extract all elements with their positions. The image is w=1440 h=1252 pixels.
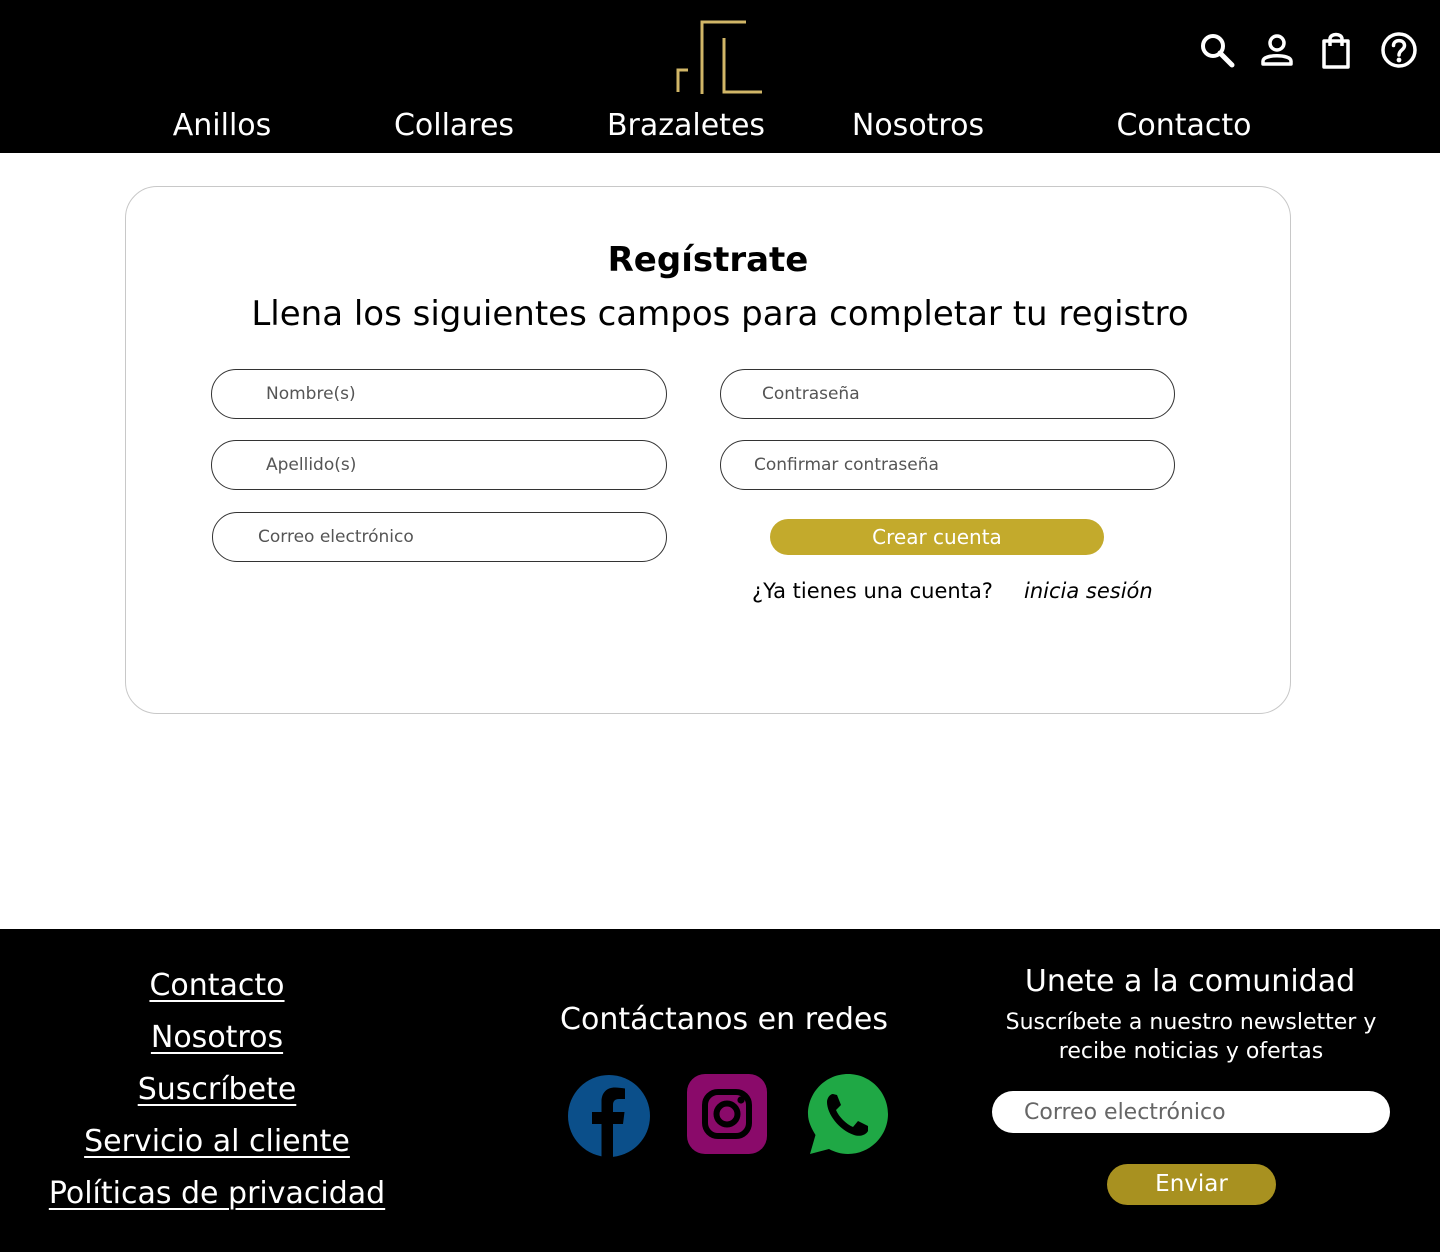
nav-item-brazaletes[interactable]: Brazaletes [596,104,776,148]
footer-link-suscribete[interactable]: Suscríbete [0,1070,434,1110]
page-subtitle: Llena los siguientes campos para complet… [251,294,1189,334]
nav-item-contacto[interactable]: Contacto [1100,104,1268,148]
search-icon[interactable] [1197,30,1237,70]
password-field[interactable] [720,369,1175,419]
page-title: Regístrate [607,240,809,280]
confirm-password-field[interactable] [720,440,1175,490]
social-title: Contáctanos en redes [560,1002,888,1037]
instagram-icon[interactable] [686,1073,768,1155]
facebook-icon[interactable] [567,1074,651,1158]
site-header: Anillos Collares Brazaletes Nosotros Con… [0,0,1440,153]
help-icon[interactable] [1379,30,1419,70]
login-link[interactable]: inicia sesión [1024,576,1153,606]
footer-link-politicas-privacidad[interactable]: Políticas de privacidad [0,1174,434,1214]
newsletter-description: Suscríbete a nuestro newsletter y recibe… [1005,1010,1377,1064]
have-account-text: ¿Ya tienes una cuenta? [752,579,993,603]
brand-logo[interactable] [676,18,764,96]
newsletter-title: Unete a la comunidad [1024,964,1356,999]
user-icon[interactable] [1257,30,1297,70]
shopping-bag-icon[interactable] [1316,30,1356,70]
footer-link-servicio-cliente[interactable]: Servicio al cliente [0,1122,434,1162]
nav-item-anillos[interactable]: Anillos [152,104,292,148]
create-account-button[interactable]: Crear cuenta [770,519,1104,555]
last-name-field[interactable] [211,440,667,490]
email-field[interactable] [212,512,667,562]
whatsapp-icon[interactable] [806,1072,890,1156]
nav-item-collares[interactable]: Collares [384,104,524,148]
newsletter-send-button[interactable]: Enviar [1107,1164,1276,1205]
nav-item-nosotros[interactable]: Nosotros [838,104,998,148]
newsletter-email-input[interactable] [992,1091,1390,1133]
footer-link-contacto[interactable]: Contacto [0,966,434,1006]
footer-link-nosotros[interactable]: Nosotros [0,1018,434,1058]
first-name-field[interactable] [211,369,667,419]
